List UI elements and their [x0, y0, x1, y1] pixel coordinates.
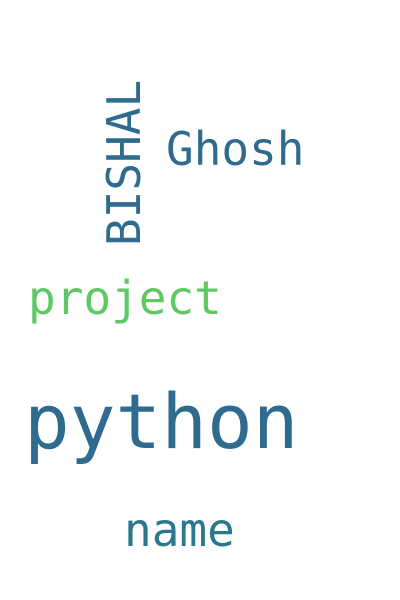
word-ghosh: Ghosh	[166, 122, 305, 176]
word-name: name	[124, 503, 235, 557]
word-python: python	[24, 377, 299, 466]
word-project: project	[28, 271, 222, 325]
word-cloud: Ghosh BISHAL project python name	[0, 0, 400, 600]
word-bishal: BISHAL	[97, 79, 151, 246]
